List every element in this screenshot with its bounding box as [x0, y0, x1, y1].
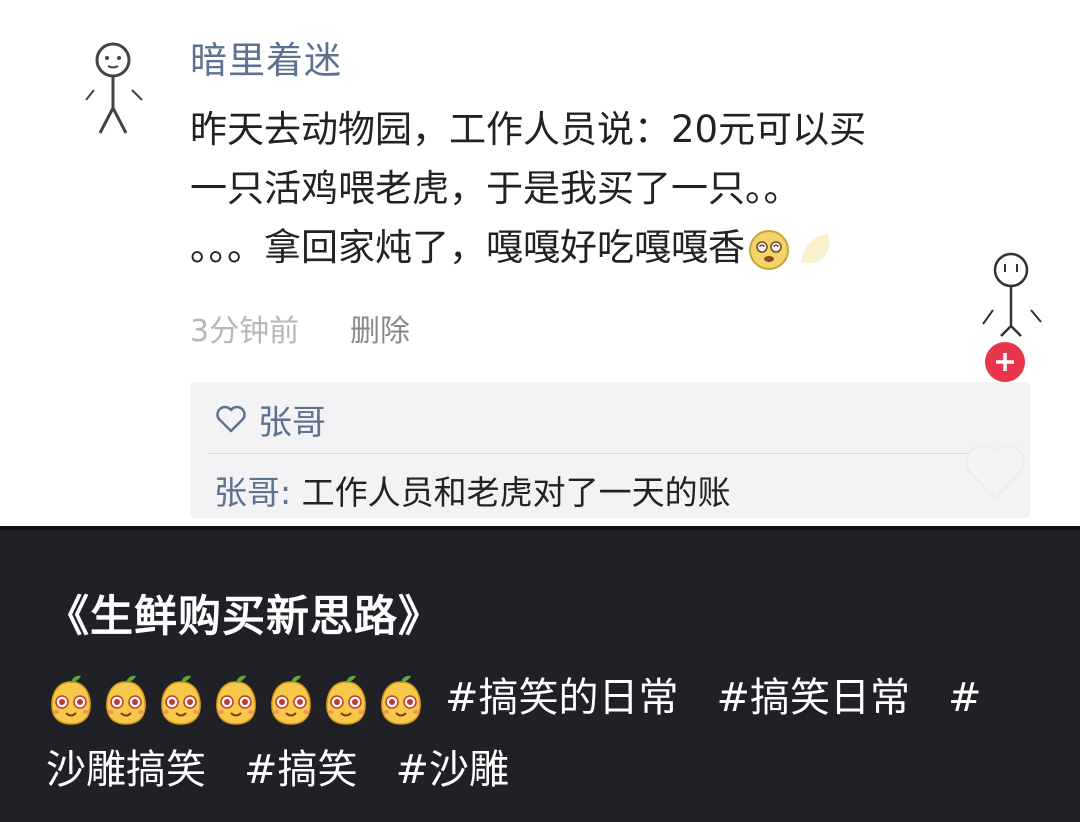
hashtag[interactable]: #	[948, 675, 982, 721]
delete-button[interactable]: 删除	[350, 306, 410, 350]
reply-box: 张哥 张哥: 工作人员和老虎对了一天的账	[190, 382, 1030, 518]
tag-line: #搞笑的日常 #搞笑日常 #	[46, 662, 1046, 734]
comment-time: 3分钟前	[190, 314, 300, 349]
hashtag[interactable]: #搞笑	[244, 747, 358, 793]
faded-emoji-icon	[801, 233, 830, 263]
comment-screenshot: 暗里着迷 昨天去动物园，工作人员说：20元可以买 一只活鸡喂老虎，于是我买了一只…	[0, 0, 1080, 526]
mango-face-emoji-icon	[106, 675, 146, 725]
mango-face-emoji-icon	[326, 675, 366, 725]
hashtag[interactable]: #搞笑日常	[717, 675, 911, 721]
avatar-stick-figure-icon[interactable]	[80, 38, 150, 138]
heart-outline-icon[interactable]	[216, 405, 246, 433]
reply-author[interactable]: 张哥:	[214, 473, 291, 512]
post-tags: #搞笑的日常 #搞笑日常 # 沙雕搞笑 #搞笑 #沙雕	[46, 662, 1046, 806]
comment-text: 昨天去动物园，工作人员说：20元可以买 一只活鸡喂老虎，于是我买了一只。。 。。…	[190, 100, 1030, 277]
post-title: 《生鲜购买新思路》	[46, 592, 442, 642]
comment-line: 。。。拿回家炖了，嘎嘎好吃嘎嘎香	[190, 218, 1030, 277]
comment-line: 昨天去动物园，工作人员说：20元可以买	[190, 108, 867, 151]
mango-face-emoji-icon	[216, 675, 256, 725]
stick-figure-sticker-icon[interactable]	[975, 238, 1045, 388]
reply-line: 张哥: 工作人员和老虎对了一天的账	[214, 466, 731, 514]
comment-username[interactable]: 暗里着迷	[190, 30, 342, 84]
mango-face-emoji-icon	[51, 675, 91, 725]
reply-divider	[208, 453, 1000, 454]
comment-line: 一只活鸡喂老虎，于是我买了一只。。	[190, 167, 801, 210]
hashtag[interactable]: #沙雕	[396, 747, 510, 793]
liked-by-row: 张哥	[216, 398, 326, 443]
dizzy-face-emoji-icon	[749, 229, 789, 270]
emoji-row	[46, 674, 431, 726]
mango-face-emoji-icon	[381, 675, 421, 725]
tag-line: 沙雕搞笑 #搞笑 #沙雕	[46, 734, 1046, 806]
comment-line-text: 。。。拿回家炖了，嘎嘎好吃嘎嘎香	[190, 226, 745, 269]
mango-face-emoji-icon	[161, 675, 201, 725]
liked-by-name[interactable]: 张哥	[258, 395, 326, 444]
hashtag[interactable]: 沙雕搞笑	[46, 747, 206, 793]
hashtag[interactable]: #搞笑的日常	[445, 675, 679, 721]
plus-icon[interactable]	[981, 338, 1029, 386]
reply-text: 工作人员和老虎对了一天的账	[301, 473, 731, 512]
mango-face-emoji-icon	[271, 675, 311, 725]
faded-heart-icon[interactable]	[960, 432, 1030, 508]
